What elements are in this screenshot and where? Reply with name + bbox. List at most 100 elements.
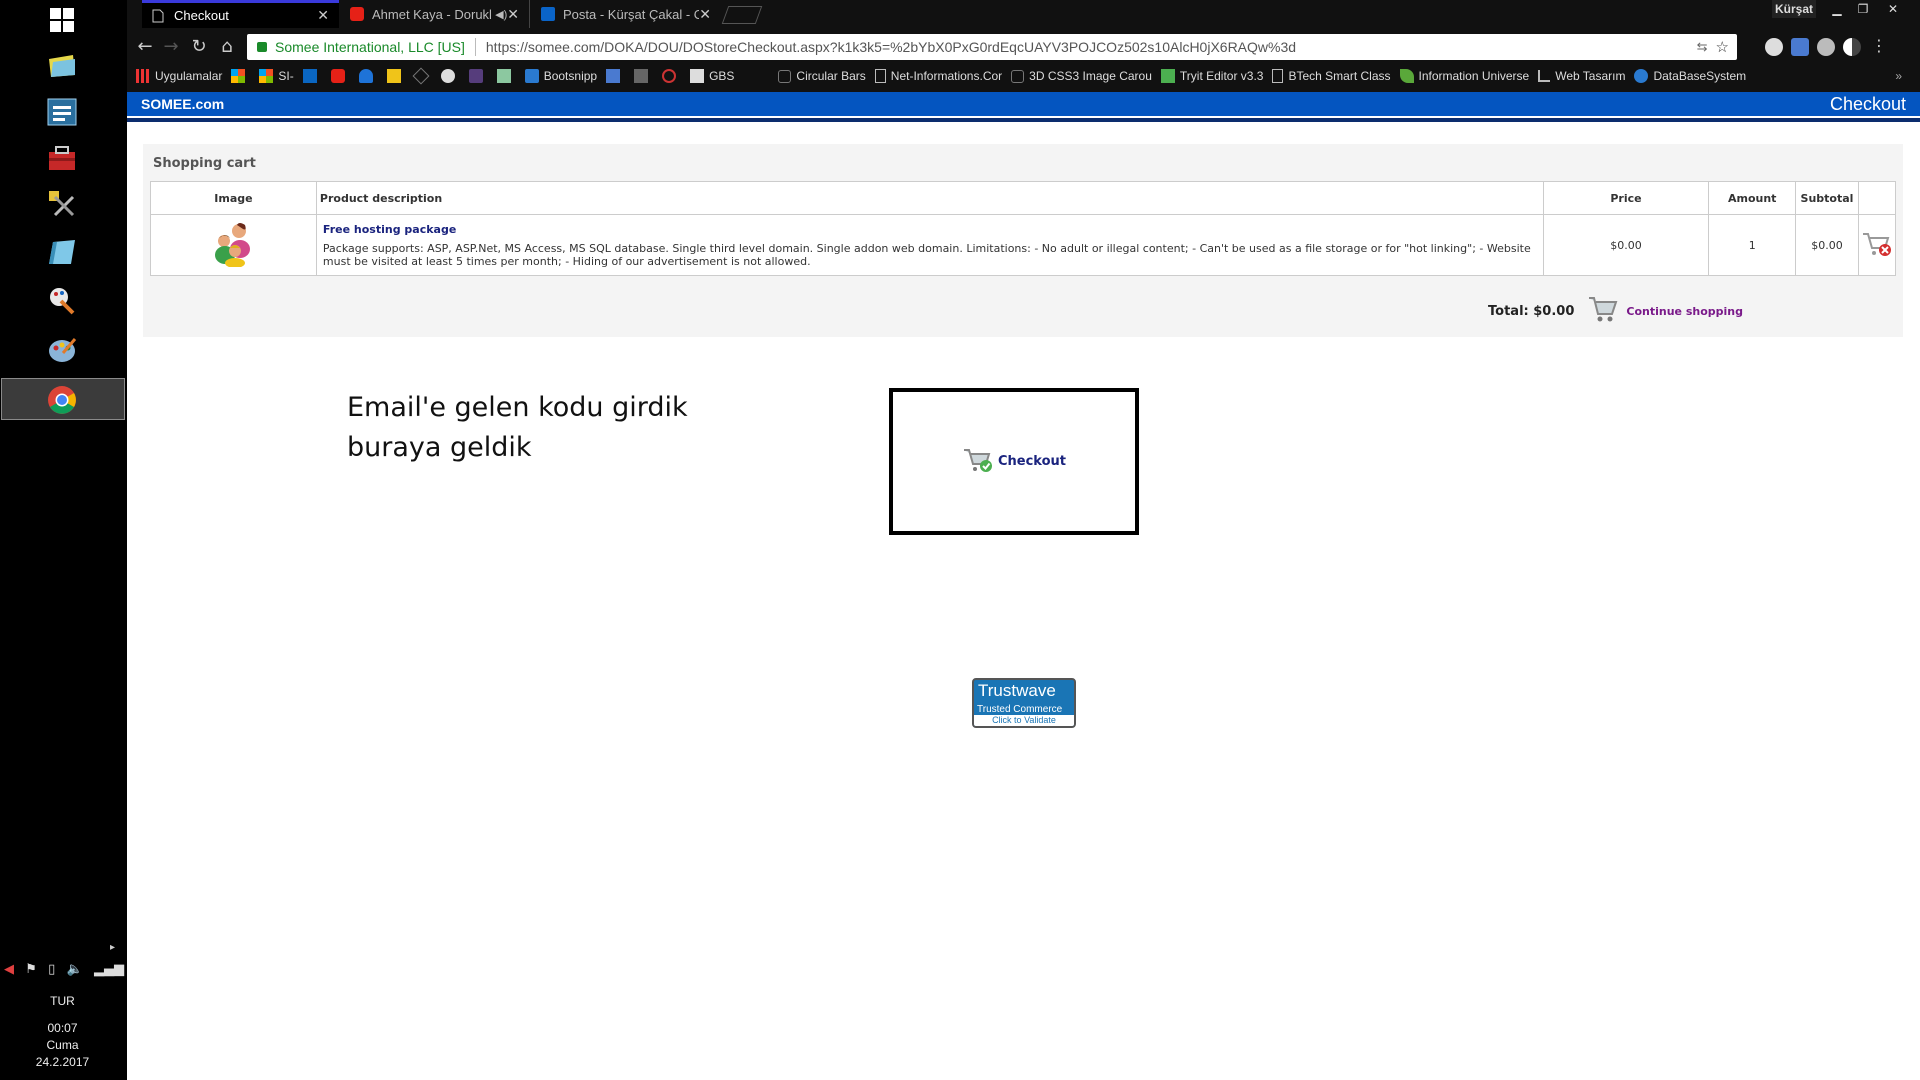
page-icon bbox=[152, 9, 166, 23]
flag-icon[interactable]: ⚑ bbox=[25, 962, 37, 977]
bookmark-6[interactable] bbox=[386, 69, 406, 83]
bookmark-tryit[interactable]: Tryit Editor v3.3 bbox=[1160, 69, 1263, 83]
url-text[interactable]: https://somee.com/DOKA/DOU/DOStoreChecko… bbox=[486, 39, 1296, 55]
hexagon-icon bbox=[1011, 69, 1025, 83]
trustwave-badge[interactable]: Trustwave Trusted Commerce Click to Vali… bbox=[972, 678, 1076, 728]
linkedin-icon bbox=[302, 69, 317, 83]
cart-table: Image Product description Price Amount S… bbox=[150, 181, 1897, 276]
bookmarks-overflow-icon[interactable]: » bbox=[1895, 69, 1902, 83]
apps-grid-icon bbox=[136, 69, 150, 83]
chrome-icon[interactable] bbox=[42, 380, 82, 420]
close-icon[interactable]: ✕ bbox=[699, 6, 711, 23]
new-tab-button[interactable] bbox=[721, 6, 763, 24]
product-name-link[interactable]: Free hosting package bbox=[323, 223, 1537, 236]
bookmark-databasesystem[interactable]: DataBaseSystem bbox=[1634, 69, 1746, 83]
bookmark-microsoft[interactable] bbox=[231, 69, 250, 83]
home-button[interactable]: ⌂ bbox=[215, 35, 239, 59]
extension-chat-icon[interactable] bbox=[1765, 38, 1783, 56]
cart-check-icon bbox=[962, 444, 994, 480]
close-icon[interactable]: ✕ bbox=[317, 7, 329, 24]
microsoft-icon bbox=[259, 69, 274, 83]
bookmark-q[interactable] bbox=[662, 69, 681, 83]
translate-icon[interactable]: ⇆ bbox=[1697, 39, 1708, 55]
site-logo[interactable]: SOMEE.com bbox=[141, 96, 224, 112]
bookmark-translate[interactable] bbox=[606, 69, 625, 83]
language-indicator[interactable]: TUR bbox=[0, 993, 125, 1010]
back-button[interactable]: ← bbox=[133, 35, 157, 59]
extension-translate-icon[interactable] bbox=[1791, 38, 1809, 56]
bootstrap-icon bbox=[468, 69, 483, 83]
restore-button[interactable]: ❐ bbox=[1850, 0, 1876, 18]
bookmark-youtube[interactable] bbox=[330, 69, 350, 83]
tab-outlook[interactable]: Posta - Kürşat Çakal - O ✕ bbox=[531, 0, 721, 28]
leaf-icon bbox=[1399, 69, 1414, 83]
translate-icon bbox=[606, 69, 621, 83]
extension-contrast-icon[interactable] bbox=[1843, 38, 1861, 56]
bookmark-web-tasarim[interactable]: Web Tasarım bbox=[1538, 69, 1625, 83]
notebook-icon[interactable] bbox=[42, 232, 82, 272]
bookmark-star-icon[interactable]: ☆ bbox=[1716, 38, 1729, 56]
volume-icon[interactable]: 🔈 bbox=[67, 962, 83, 977]
bookmark-bootstrap[interactable] bbox=[468, 69, 488, 83]
microsoft-icon bbox=[231, 69, 246, 83]
remove-item-button[interactable] bbox=[1857, 214, 1897, 276]
bookmark-linkedin[interactable] bbox=[302, 69, 322, 83]
toolbox-icon[interactable] bbox=[42, 138, 82, 178]
shopping-cart: Shopping cart Image Product description … bbox=[143, 144, 1903, 337]
menu-kebab-icon[interactable]: ⋮ bbox=[1871, 36, 1887, 55]
bookmark-information-universe[interactable]: Information Universe bbox=[1399, 69, 1529, 83]
product-price: $0.00 bbox=[1542, 214, 1710, 276]
address-bar[interactable]: Somee International, LLC [US] https://so… bbox=[247, 34, 1737, 60]
minimize-button[interactable]: ▁ bbox=[1824, 0, 1850, 18]
product-image-cell bbox=[150, 214, 317, 276]
bookmark-hex[interactable] bbox=[412, 67, 432, 85]
omnibox-separator bbox=[474, 38, 476, 56]
bookmark-net-informations[interactable]: Net-Informations.Cor bbox=[874, 69, 1002, 83]
bookmark-gbs[interactable]: GBS bbox=[690, 69, 734, 83]
bookmark-gear[interactable] bbox=[440, 69, 460, 83]
bookmark-onedrive[interactable] bbox=[358, 69, 378, 83]
speaker-muted-icon[interactable]: ◀ bbox=[4, 962, 14, 977]
secure-origin-label[interactable]: Somee International, LLC [US] bbox=[275, 39, 465, 55]
close-icon[interactable]: ✕ bbox=[507, 6, 519, 23]
lock-icon bbox=[257, 42, 267, 52]
battery-icon[interactable]: ▯ bbox=[48, 962, 55, 977]
paint-palette-icon[interactable] bbox=[42, 330, 82, 370]
bookmark-bootsnipp[interactable]: Bootsnipp bbox=[524, 69, 597, 83]
bookmark-si[interactable]: SI- bbox=[259, 69, 294, 83]
forward-button[interactable]: → bbox=[159, 35, 183, 59]
tab-checkout[interactable]: Checkout ✕ bbox=[142, 0, 339, 28]
file-explorer-icon[interactable] bbox=[42, 46, 82, 86]
tab-youtube[interactable]: Ahmet Kaya - Dorukl ◀) ✕ bbox=[340, 0, 530, 28]
bookmark-3d-css3[interactable]: 3D CSS3 Image Carou bbox=[1011, 69, 1152, 83]
windows-start-icon[interactable] bbox=[42, 0, 82, 40]
fit-icon bbox=[634, 69, 649, 83]
checkout-button[interactable]: Checkout bbox=[962, 444, 1066, 480]
six-icon bbox=[386, 69, 401, 83]
trustwave-validate[interactable]: Click to Validate bbox=[974, 715, 1074, 726]
close-window-button[interactable]: ✕ bbox=[1878, 0, 1908, 18]
product-description: Package supports: ASP, ASP.Net, MS Acces… bbox=[322, 241, 1531, 268]
paint-icon[interactable] bbox=[42, 280, 82, 320]
clock-day[interactable]: Cuma bbox=[0, 1037, 125, 1054]
continue-shopping-link[interactable]: Continue shopping bbox=[1626, 305, 1743, 318]
extension-icon[interactable] bbox=[1817, 38, 1835, 56]
profile-button[interactable]: Kürşat bbox=[1772, 0, 1816, 18]
globe-icon bbox=[1634, 69, 1649, 83]
app-window-icon[interactable] bbox=[42, 92, 82, 132]
bookmark-chart[interactable] bbox=[496, 69, 516, 83]
tray-expand-icon[interactable]: ▸ bbox=[110, 942, 115, 953]
bookmark-fit[interactable] bbox=[634, 69, 653, 83]
network-icon[interactable]: ▂▄▆ bbox=[94, 962, 124, 977]
clock-date[interactable]: 24.2.2017 bbox=[0, 1054, 125, 1071]
reload-button[interactable]: ↻ bbox=[187, 35, 211, 59]
taskbar: ▸ ◀ ⚑ ▯ 🔈 ▂▄▆ TUR 00:07 Cuma 24.2.2017 bbox=[0, 0, 127, 1080]
tools-icon[interactable] bbox=[42, 184, 82, 224]
bookmark-apps[interactable]: Uygulamalar bbox=[136, 69, 222, 83]
bookmark-circular-bars[interactable]: Circular Bars bbox=[778, 69, 866, 83]
trustwave-sub: Trusted Commerce bbox=[977, 704, 1063, 715]
cart-icon[interactable] bbox=[1588, 294, 1618, 328]
clock-time[interactable]: 00:07 bbox=[0, 1020, 125, 1037]
audio-playing-icon[interactable]: ◀) bbox=[495, 8, 507, 21]
bookmark-btech[interactable]: BTech Smart Class bbox=[1272, 69, 1391, 83]
